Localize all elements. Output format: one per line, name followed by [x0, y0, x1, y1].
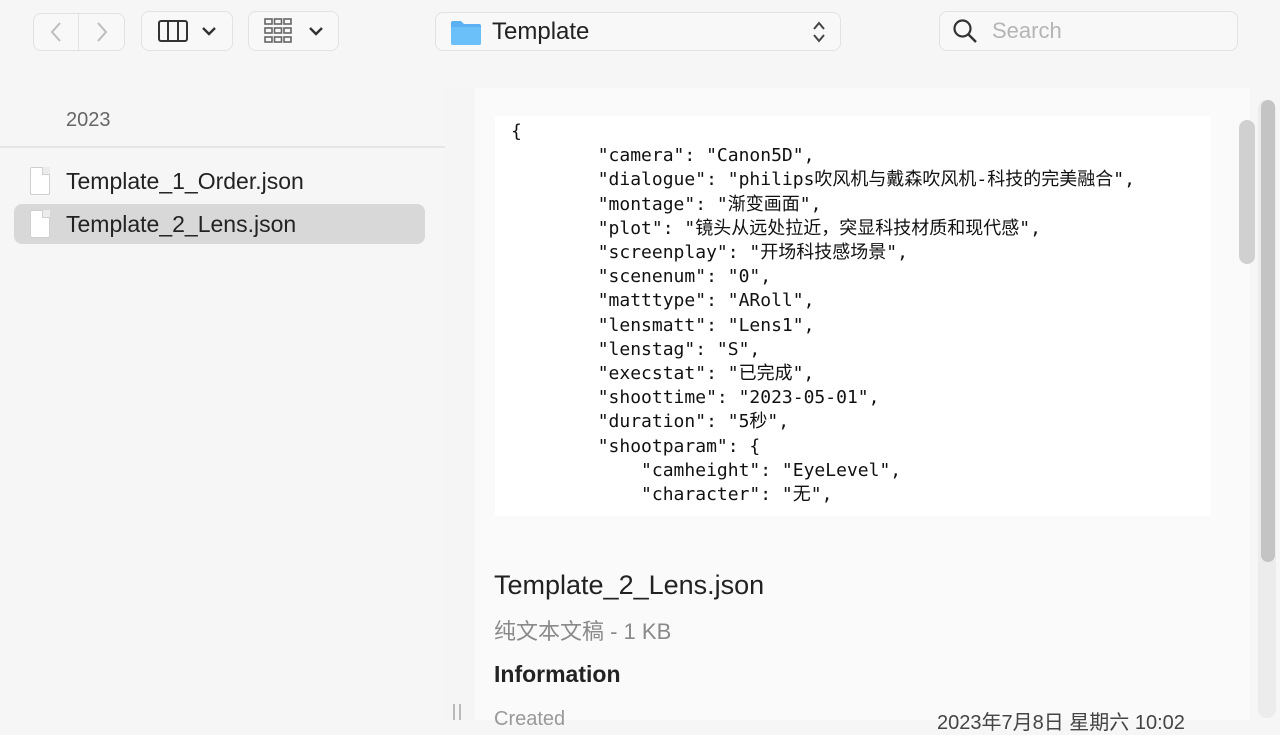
document-icon	[30, 167, 50, 195]
toolbar: Template	[0, 0, 1280, 62]
path-label: Template	[492, 17, 590, 45]
search-input[interactable]	[990, 17, 1224, 45]
file-content-preview[interactable]: { "camera": "Canon5D", "dialogue": "phil…	[495, 116, 1211, 516]
file-item-template-2[interactable]: Template_2_Lens.json	[14, 204, 425, 244]
folder-icon	[451, 20, 481, 45]
file-item-template-1[interactable]: Template_1_Order.json	[14, 161, 425, 201]
grid-icon	[263, 18, 292, 43]
split-handle[interactable]	[453, 704, 461, 720]
magnifier-icon	[953, 19, 977, 43]
document-icon	[30, 210, 50, 238]
view-mode-button[interactable]	[141, 11, 233, 51]
group-button[interactable]	[248, 11, 339, 51]
section-title: 2023	[66, 109, 111, 131]
file-name: Template_2_Lens.json	[66, 210, 297, 237]
chevron-left-icon	[50, 22, 61, 42]
divider	[0, 146, 445, 148]
chevron-right-icon	[96, 22, 107, 42]
created-value: 2023年7月8日 星期六 10:02	[937, 712, 1185, 734]
forward-button[interactable]	[79, 13, 125, 51]
file-content: { "camera": "Canon5D", "dialogue": "phil…	[511, 121, 1135, 506]
sidebar: 2023 Template_1_Order.json Template_2_Le…	[0, 62, 445, 720]
preview-scrollbar[interactable]	[1239, 120, 1255, 264]
file-kind: 纯文本文稿 - 1 KB	[494, 619, 672, 644]
column-view-icon	[158, 20, 188, 42]
information-heading: Information	[494, 661, 621, 687]
back-button[interactable]	[33, 13, 79, 51]
main-scrollbar[interactable]	[1261, 100, 1275, 562]
preview-file-name: Template_2_Lens.json	[494, 570, 765, 600]
updown-arrows-icon	[813, 21, 825, 43]
path-popup[interactable]: Template	[435, 12, 841, 51]
chevron-down-icon	[308, 27, 323, 36]
chevron-down-icon	[202, 27, 216, 36]
search-field[interactable]	[939, 11, 1238, 51]
file-name: Template_1_Order.json	[66, 167, 304, 194]
